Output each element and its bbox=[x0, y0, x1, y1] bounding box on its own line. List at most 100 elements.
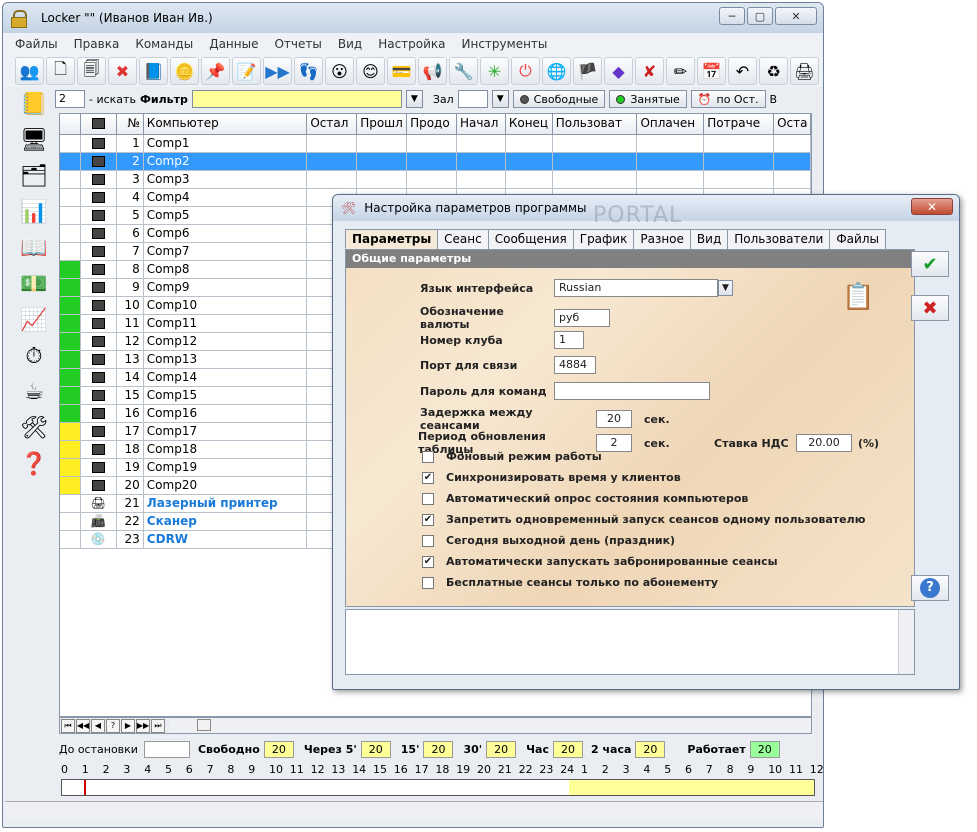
chevron-down-icon[interactable]: ▼ bbox=[491, 90, 509, 108]
list-icon[interactable]: 🗂 bbox=[17, 161, 51, 191]
nav-find-button[interactable]: ? bbox=[106, 718, 120, 733]
notepad-icon[interactable]: 📒 bbox=[17, 89, 51, 119]
power-button[interactable]: ⏻ bbox=[511, 57, 540, 85]
tab-parameters[interactable]: Параметры bbox=[345, 229, 439, 249]
structure-icon[interactable]: 📊 bbox=[17, 197, 51, 227]
help-button[interactable]: ? bbox=[911, 575, 949, 601]
until-stop-field[interactable] bbox=[143, 740, 190, 758]
clock-icon[interactable]: ⏱ bbox=[17, 341, 51, 371]
monitor-icon[interactable]: 🖥 bbox=[17, 125, 51, 155]
tools-icon[interactable]: 🛠 bbox=[17, 413, 51, 443]
new-doc-button[interactable]: 🗋 bbox=[46, 57, 75, 85]
currency-field[interactable]: руб bbox=[554, 309, 610, 327]
menu-reports[interactable]: Отчеты bbox=[274, 37, 321, 51]
tab-messages[interactable]: Сообщения bbox=[487, 229, 574, 249]
table-row[interactable]: 3 Comp3 bbox=[60, 171, 811, 189]
nav-next-button[interactable]: ▶ bbox=[121, 718, 135, 733]
nav-next-page-button[interactable]: ▶▶ bbox=[136, 718, 150, 733]
globe-button[interactable]: 🌐 bbox=[542, 57, 571, 85]
vat-field[interactable]: 20.00 bbox=[796, 434, 852, 452]
tab-session[interactable]: Сеанс bbox=[437, 229, 489, 249]
undo-button[interactable]: ↶ bbox=[728, 57, 757, 85]
menu-files[interactable]: Файлы bbox=[15, 37, 58, 51]
horn-button[interactable]: 📢 bbox=[418, 57, 447, 85]
col-passed[interactable]: Прошл bbox=[357, 114, 408, 134]
by-rest-button[interactable]: ⏰ по Ост. bbox=[690, 90, 766, 108]
nav-prev-page-button[interactable]: ◀◀ bbox=[76, 718, 90, 733]
steps-button[interactable]: 👣 bbox=[294, 57, 323, 85]
option-checkbox[interactable]: Бесплатные сеансы только по абонементу bbox=[422, 576, 718, 589]
checkbox-icon[interactable] bbox=[422, 492, 434, 505]
table-row[interactable]: 1 Comp1 bbox=[60, 135, 811, 153]
nav-first-button[interactable]: ⏮ bbox=[61, 718, 75, 733]
checkbox-icon[interactable]: ✔ bbox=[422, 513, 434, 526]
calendar-button[interactable]: 📅 bbox=[697, 57, 726, 85]
password-field[interactable] bbox=[554, 382, 710, 400]
timeline-bar[interactable] bbox=[61, 779, 815, 796]
col-computer[interactable]: Компьютер bbox=[144, 114, 308, 134]
option-checkbox[interactable]: Фоновый режим работы bbox=[422, 450, 602, 463]
club-field[interactable]: 1 bbox=[554, 331, 584, 349]
tab-misc[interactable]: Разное bbox=[633, 229, 691, 249]
horizontal-scrollbar[interactable] bbox=[169, 718, 811, 733]
memo-scrollbar[interactable] bbox=[898, 610, 914, 674]
option-checkbox[interactable]: ✔ Запретить одновременный запуск сеансов … bbox=[422, 513, 865, 526]
tool-button[interactable]: 🔧 bbox=[449, 57, 478, 85]
checkbox-icon[interactable] bbox=[422, 576, 434, 589]
menu-commands[interactable]: Команды bbox=[135, 37, 193, 51]
star-button[interactable]: ✳ bbox=[480, 57, 509, 85]
cancel-button[interactable]: ✖ bbox=[911, 295, 949, 321]
menu-data[interactable]: Данные bbox=[209, 37, 258, 51]
card-button[interactable]: 💳 bbox=[387, 57, 416, 85]
dialog-close-button[interactable]: ✕ bbox=[911, 198, 953, 215]
book-button[interactable]: 📘 bbox=[139, 57, 168, 85]
col-start[interactable]: Начал bbox=[457, 114, 506, 134]
tab-view[interactable]: Вид bbox=[689, 229, 729, 249]
menu-tools[interactable]: Инструменты bbox=[462, 37, 548, 51]
checkbox-icon[interactable]: ✔ bbox=[422, 471, 434, 484]
money-icon[interactable]: 💵 bbox=[17, 269, 51, 299]
bottom-scrollbar[interactable] bbox=[5, 801, 823, 818]
option-checkbox[interactable]: Автоматический опрос состояния компьютер… bbox=[422, 492, 748, 505]
language-select[interactable]: Russian bbox=[554, 279, 718, 297]
menu-settings[interactable]: Настройка bbox=[378, 37, 445, 51]
col-remaining[interactable]: Остал bbox=[307, 114, 358, 134]
checkbox-icon[interactable] bbox=[422, 450, 434, 463]
col-spent[interactable]: Потраче bbox=[704, 114, 775, 134]
users-tool-button[interactable]: 👥 bbox=[15, 57, 44, 85]
checkbox-icon[interactable]: ✔ bbox=[422, 555, 434, 568]
chart-icon[interactable]: 📈 bbox=[17, 305, 51, 335]
count-field[interactable]: 2 bbox=[55, 90, 85, 108]
help-icon[interactable]: ❓ bbox=[17, 449, 51, 479]
maximize-button[interactable]: ▢ bbox=[747, 7, 773, 25]
nav-last-button[interactable]: ⏭ bbox=[151, 718, 165, 733]
checkbox-icon[interactable] bbox=[422, 534, 434, 547]
ok-button[interactable]: ✔ bbox=[911, 251, 949, 277]
filter-input[interactable] bbox=[191, 90, 402, 108]
col-number[interactable]: № bbox=[117, 114, 144, 134]
free-filter-button[interactable]: Свободные bbox=[512, 90, 606, 108]
tab-files[interactable]: Файлы bbox=[829, 229, 886, 249]
coins-button[interactable]: 🪙 bbox=[170, 57, 199, 85]
busy-filter-button[interactable]: Занятые bbox=[609, 90, 687, 108]
pin-button[interactable]: 📌 bbox=[201, 57, 230, 85]
hall-select[interactable] bbox=[457, 90, 488, 108]
copy-doc-button[interactable]: 🗐 bbox=[77, 57, 106, 85]
remove-button[interactable]: ✘ bbox=[635, 57, 664, 85]
smile-button[interactable]: 😊 bbox=[356, 57, 385, 85]
menu-view[interactable]: Вид bbox=[338, 37, 362, 51]
option-checkbox[interactable]: ✔ Синхронизировать время у клиентов bbox=[422, 471, 681, 484]
chevron-down-icon[interactable]: ▼ bbox=[405, 90, 423, 108]
col-paid[interactable]: Оплачен bbox=[637, 114, 705, 134]
col-duration[interactable]: Продо bbox=[407, 114, 457, 134]
refresh-button[interactable]: ♻ bbox=[759, 57, 788, 85]
table-row[interactable]: 2 Comp2 bbox=[60, 153, 811, 171]
notes-memo[interactable] bbox=[345, 609, 915, 675]
chevron-down-icon[interactable]: ▼ bbox=[718, 280, 733, 296]
tab-users[interactable]: Пользователи bbox=[727, 229, 831, 249]
book-icon[interactable]: 📖 bbox=[17, 233, 51, 263]
option-checkbox[interactable]: ✔ Автоматически запускать забронированные… bbox=[422, 555, 778, 568]
minimize-button[interactable]: ─ bbox=[719, 7, 745, 25]
col-user[interactable]: Пользоват bbox=[553, 114, 638, 134]
play-button[interactable]: ▶▶ bbox=[263, 57, 292, 85]
